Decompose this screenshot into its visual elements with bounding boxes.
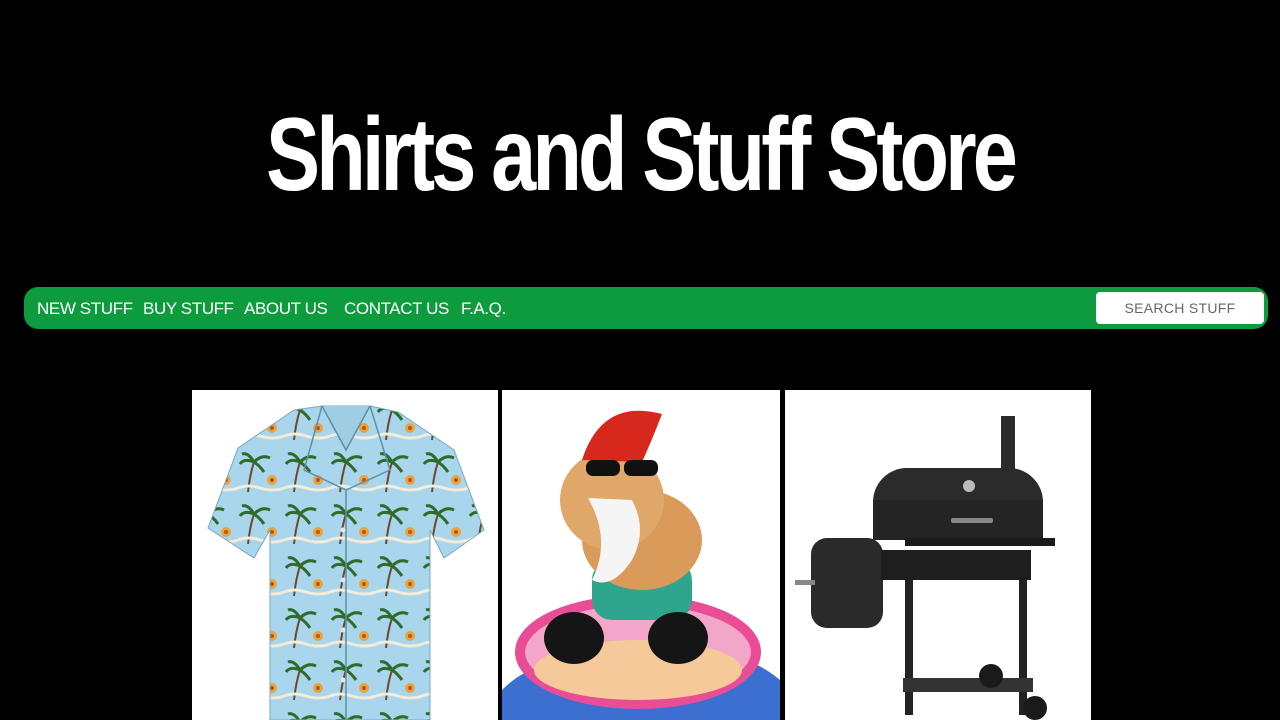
nav-faq[interactable]: F.A.Q. <box>461 287 506 329</box>
nav-contact-us[interactable]: CONTACT US <box>344 287 449 329</box>
product-card-garden-gnome[interactable] <box>502 390 780 720</box>
nav-buy-stuff[interactable]: BUY STUFF <box>143 287 234 329</box>
charcoal-grill-image <box>795 416 1055 720</box>
garden-gnome-image <box>502 410 780 720</box>
product-card-hawaiian-shirt[interactable] <box>192 390 498 720</box>
hawaiian-shirt-image <box>207 405 485 720</box>
site-title: Shirts and Stuff Store <box>266 97 1018 213</box>
search-input[interactable] <box>1096 292 1264 324</box>
product-card-charcoal-grill[interactable] <box>785 390 1091 720</box>
nav-new-stuff[interactable]: NEW STUFF <box>37 287 133 329</box>
nav-about-us[interactable]: ABOUT US <box>244 287 328 329</box>
main-navbar: NEW STUFF BUY STUFF ABOUT US CONTACT US … <box>24 287 1268 329</box>
